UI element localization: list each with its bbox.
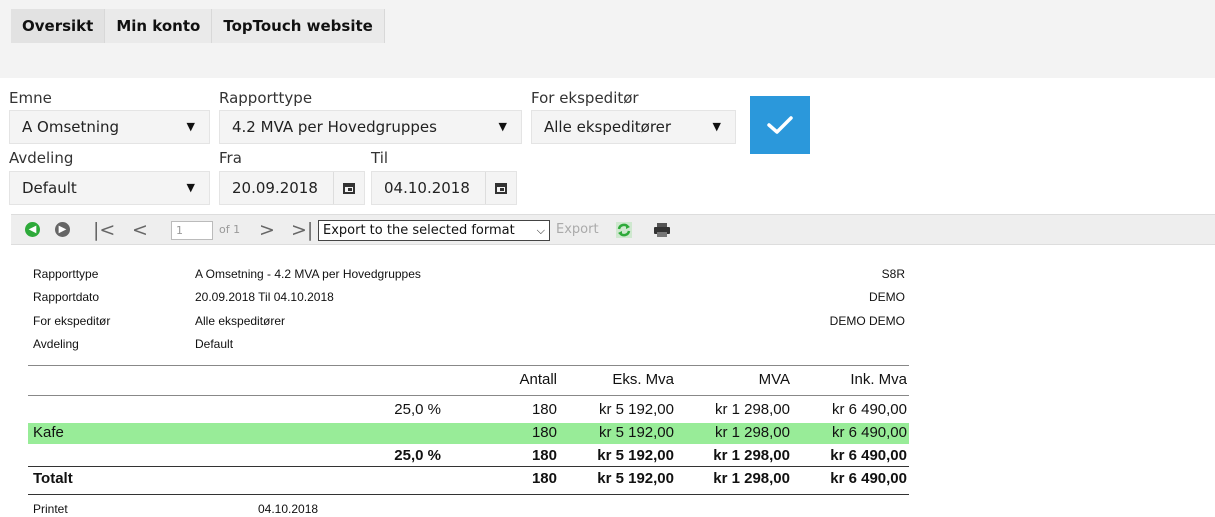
fra-date-field[interactable]: 20.09.2018 — [219, 171, 365, 205]
page-number-input[interactable]: 1 — [171, 221, 213, 240]
table-cell-mva: kr 1 298,00 — [713, 447, 790, 464]
emne-value: A Omsetning — [22, 118, 120, 136]
column-header-eks-mva: Eks. Mva — [612, 371, 674, 388]
table-cell-mva: kr 1 298,00 — [713, 470, 790, 487]
table-cell-name: Kafe — [33, 424, 64, 441]
info-right: DEMO — [869, 290, 905, 304]
back-button[interactable]: ◀ — [25, 215, 40, 244]
last-page-button[interactable]: >| — [291, 215, 313, 244]
ekspeditor-value: Alle ekspeditører — [544, 118, 672, 136]
chevron-down-icon: ▼ — [186, 120, 195, 133]
divider — [28, 365, 909, 366]
fra-date-value: 20.09.2018 — [232, 179, 318, 197]
fra-label: Fra — [219, 149, 242, 167]
last-page-icon: >| — [291, 218, 314, 241]
chevron-down-icon: ▼ — [186, 181, 195, 194]
report-toolbar: ◀ ▶ |< < 1 of 1 > >| Export to the selec… — [11, 214, 1215, 245]
table-cell-mva: kr 1 298,00 — [714, 401, 790, 418]
arrow-left-icon: ◀ — [25, 222, 40, 237]
info-value: 20.09.2018 Til 04.10.2018 — [195, 290, 334, 304]
export-format-select[interactable]: Export to the selected format ⌵ — [318, 220, 550, 241]
emne-select[interactable]: A Omsetning ▼ — [9, 110, 210, 144]
chevron-down-icon: ⌵ — [536, 224, 545, 237]
til-date-value: 04.10.2018 — [384, 179, 470, 197]
top-bar: Oversikt Min konto TopTouch website — [0, 0, 1215, 78]
export-button[interactable]: Export — [556, 222, 599, 237]
chevron-left-icon: < — [132, 218, 148, 241]
refresh-button[interactable] — [615, 215, 633, 244]
table-cell-eks-mva: kr 5 192,00 — [598, 401, 674, 418]
table-cell-ink-mva: kr 6 490,00 — [830, 470, 907, 487]
table-cell-antall: 180 — [531, 470, 557, 487]
avdeling-value: Default — [22, 179, 77, 197]
rapporttype-label: Rapporttype — [219, 89, 313, 107]
table-cell-rate: 25,0 % — [394, 447, 441, 464]
info-value: Alle ekspeditører — [195, 314, 286, 328]
table-cell-eks-mva: kr 5 192,00 — [597, 470, 674, 487]
refresh-icon — [616, 221, 632, 238]
info-value: A Omsetning - 4.2 MVA per Hovedgruppes — [195, 267, 421, 281]
info-right: DEMO DEMO — [829, 314, 905, 328]
main-tabs: Oversikt Min konto TopTouch website — [11, 9, 385, 43]
table-cell-ink-mva: kr 6 490,00 — [830, 447, 907, 464]
ekspeditor-label: For ekspeditør — [531, 89, 639, 107]
til-date-field[interactable]: 04.10.2018 — [371, 171, 517, 205]
emne-label: Emne — [9, 89, 52, 107]
first-page-icon: |< — [93, 218, 116, 241]
info-label: Rapportdato — [33, 290, 100, 304]
info-label: Rapporttype — [33, 267, 99, 281]
next-page-button[interactable]: > — [259, 215, 275, 244]
checkmark-icon — [767, 116, 793, 134]
previous-page-button[interactable]: < — [132, 215, 148, 244]
first-page-button[interactable]: |< — [93, 215, 115, 244]
table-cell-ink-mva: kr 6 490,00 — [831, 424, 907, 441]
rapporttype-value: 4.2 MVA per Hovedgruppes — [232, 118, 437, 136]
column-header-mva: MVA — [758, 371, 790, 388]
table-cell-eks-mva: kr 5 192,00 — [597, 447, 674, 464]
divider — [28, 395, 909, 396]
info-right: S8R — [881, 267, 905, 281]
chevron-right-icon: > — [259, 218, 275, 241]
print-button[interactable] — [653, 215, 671, 244]
divider — [28, 466, 909, 467]
printer-icon — [654, 222, 670, 237]
info-value: Default — [195, 337, 234, 351]
tab-toptouch-website[interactable]: TopTouch website — [212, 9, 385, 43]
page-count: of 1 — [219, 223, 241, 236]
table-cell-rate: 25,0 % — [394, 401, 441, 418]
arrow-right-icon: ▶ — [55, 222, 70, 237]
printed-date: 04.10.2018 — [258, 502, 319, 516]
table-cell-total-label: Totalt — [33, 470, 73, 487]
calendar-icon[interactable] — [333, 172, 364, 204]
printed-label: Printet — [33, 502, 68, 516]
tab-oversikt[interactable]: Oversikt — [11, 9, 106, 43]
table-cell-eks-mva: kr 5 192,00 — [598, 424, 674, 441]
export-format-value: Export to the selected format — [323, 223, 515, 238]
table-cell-antall: 180 — [531, 424, 557, 441]
avdeling-label: Avdeling — [9, 149, 74, 167]
table-cell-antall: 180 — [531, 447, 557, 464]
info-label: Avdeling — [33, 337, 79, 351]
til-label: Til — [371, 149, 389, 167]
table-cell-ink-mva: kr 6 490,00 — [831, 401, 907, 418]
column-header-antall: Antall — [519, 371, 557, 388]
info-label: For ekspeditør — [33, 314, 111, 328]
tab-min-konto[interactable]: Min konto — [105, 9, 213, 43]
rapporttype-select[interactable]: 4.2 MVA per Hovedgruppes ▼ — [219, 110, 522, 144]
avdeling-select[interactable]: Default ▼ — [9, 171, 210, 205]
forward-button[interactable]: ▶ — [55, 215, 70, 244]
chevron-down-icon: ▼ — [498, 120, 507, 133]
chevron-down-icon: ▼ — [712, 120, 721, 133]
ekspeditor-select[interactable]: Alle ekspeditører ▼ — [531, 110, 736, 144]
divider — [28, 494, 909, 495]
apply-button[interactable] — [750, 96, 810, 154]
table-cell-antall: 180 — [531, 401, 557, 418]
calendar-icon[interactable] — [485, 172, 516, 204]
column-header-ink-mva: Ink. Mva — [850, 371, 907, 388]
table-cell-mva: kr 1 298,00 — [714, 424, 790, 441]
